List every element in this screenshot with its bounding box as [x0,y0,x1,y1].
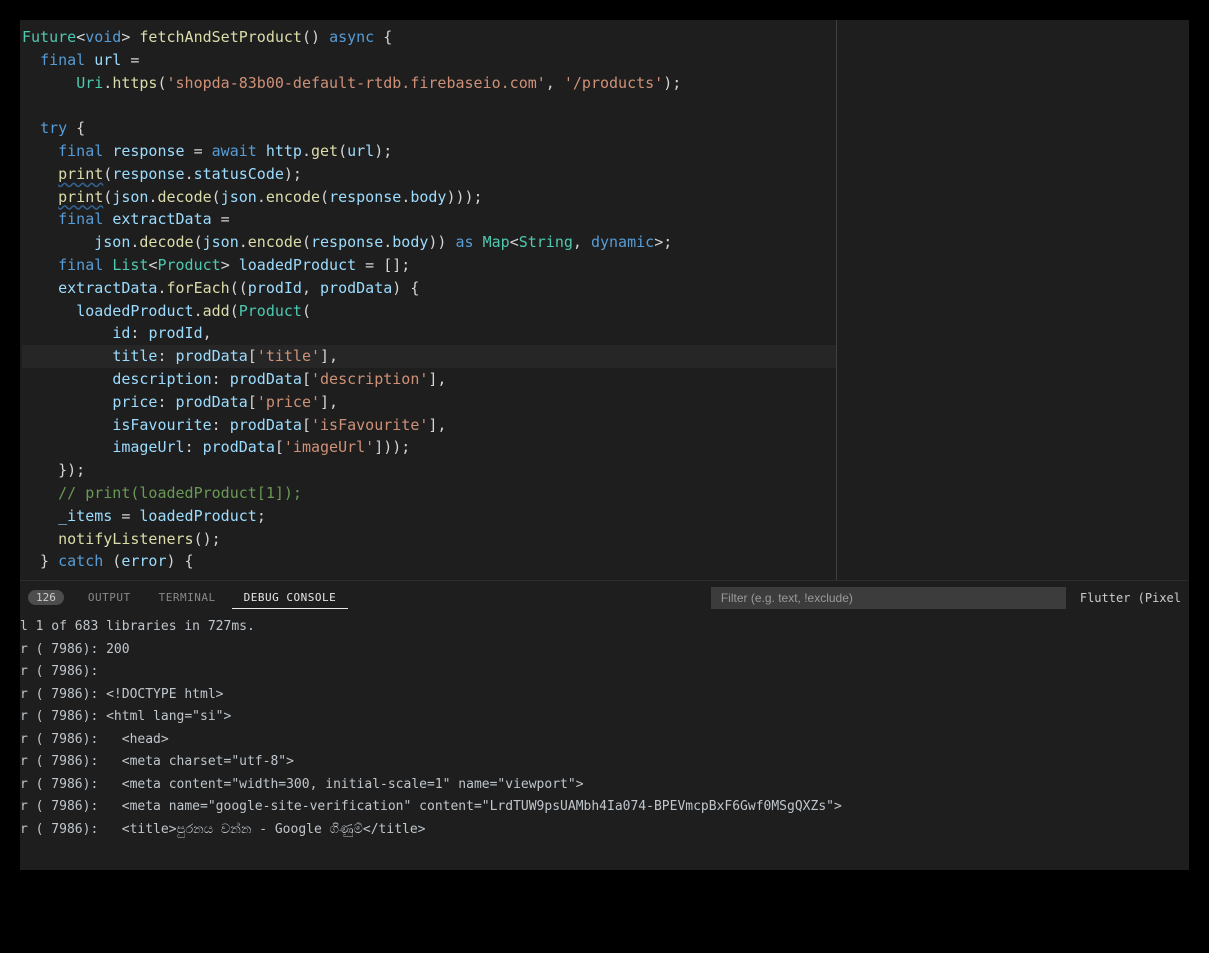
tab-terminal[interactable]: TERMINAL [147,587,228,608]
debug-console-output[interactable]: l 1 of 683 libraries in 727ms.r ( 7986):… [20,614,1189,870]
bottom-panel: 126 OUTPUT TERMINAL DEBUG CONSOLE Flutte… [20,580,1189,870]
code-line[interactable]: description: prodData['description'], [22,368,836,391]
code-line[interactable]: final url = [22,49,836,72]
tab-output[interactable]: OUTPUT [76,587,143,608]
code-line[interactable]: Future<void> fetchAndSetProduct() async … [22,26,836,49]
console-line: r ( 7986): [20,661,1189,684]
code-line[interactable]: try { [22,117,836,140]
code-line[interactable]: loadedProduct.add(Product( [22,300,836,323]
console-filter-input[interactable] [711,587,1066,609]
console-line: r ( 7986): 200 [20,639,1189,662]
console-line: r ( 7986): <head> [20,729,1189,752]
problems-badge[interactable]: 126 [28,590,64,605]
code-line[interactable]: id: prodId, [22,322,836,345]
panel-tabs: 126 OUTPUT TERMINAL DEBUG CONSOLE Flutte… [20,581,1189,614]
console-line: r ( 7986): <!DOCTYPE html> [20,684,1189,707]
code-pane[interactable]: Future<void> fetchAndSetProduct() async … [20,20,836,580]
code-line[interactable]: final List<Product> loadedProduct = []; [22,254,836,277]
code-line[interactable]: final response = await http.get(url); [22,140,836,163]
console-line: r ( 7986): <title>පුරනය වන්න - Google ගි… [20,819,1189,842]
code-line[interactable]: Uri.https('shopda-83b00-default-rtdb.fir… [22,72,836,95]
console-line: r ( 7986): <meta name="google-site-verif… [20,796,1189,819]
code-line[interactable]: print(response.statusCode); [22,163,836,186]
editor-ruler [836,20,837,580]
code-line[interactable]: price: prodData['price'], [22,391,836,414]
code-line[interactable] [22,94,836,117]
code-line[interactable]: isFavourite: prodData['isFavourite'], [22,414,836,437]
code-line[interactable]: json.decode(json.encode(response.body)) … [22,231,836,254]
code-line[interactable]: final extractData = [22,208,836,231]
code-line[interactable]: imageUrl: prodData['imageUrl'])); [22,436,836,459]
console-line: r ( 7986): <meta content="width=300, ini… [20,774,1189,797]
console-line: r ( 7986): <html lang="si"> [20,706,1189,729]
code-line[interactable]: notifyListeners(); [22,528,836,551]
tab-debug-console[interactable]: DEBUG CONSOLE [232,587,349,609]
editor-area[interactable]: Future<void> fetchAndSetProduct() async … [20,20,1189,580]
code-line[interactable]: _items = loadedProduct; [22,505,836,528]
device-selector[interactable]: Flutter (Pixel [1080,591,1181,605]
code-line[interactable]: } catch (error) { [22,550,836,573]
code-line[interactable]: extractData.forEach((prodId, prodData) { [22,277,836,300]
console-line: r ( 7986): <meta charset="utf-8"> [20,751,1189,774]
editor-window: Future<void> fetchAndSetProduct() async … [20,20,1189,870]
code-line[interactable]: title: prodData['title'], [22,345,836,368]
code-line[interactable]: // print(loadedProduct[1]); [22,482,836,505]
code-line[interactable]: print(json.decode(json.encode(response.b… [22,186,836,209]
console-line: l 1 of 683 libraries in 727ms. [20,616,1189,639]
code-line[interactable]: }); [22,459,836,482]
